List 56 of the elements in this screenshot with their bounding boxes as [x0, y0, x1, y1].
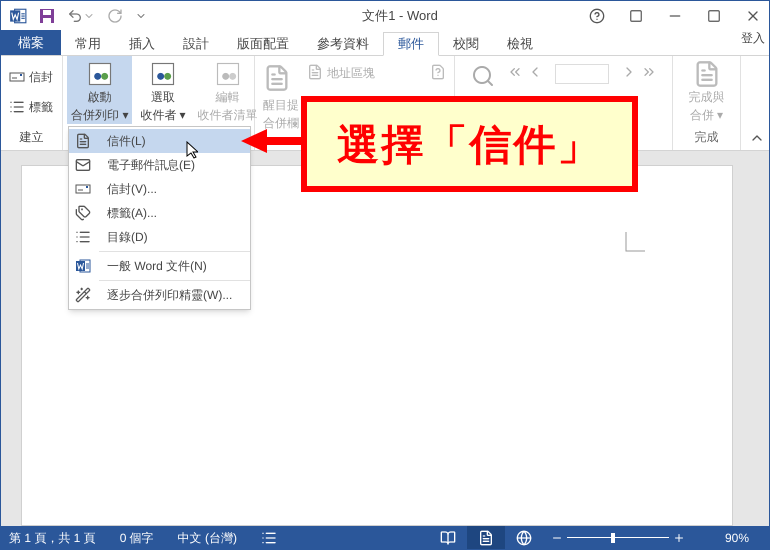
page-icon [75, 133, 91, 149]
maximize-icon[interactable] [707, 9, 721, 23]
sign-in-link[interactable]: 登入 [741, 29, 769, 47]
envelopes-button[interactable]: 信封 [9, 68, 62, 86]
ribbon-tab[interactable]: 設計 [169, 32, 223, 56]
word-icon [9, 7, 27, 25]
word-count[interactable]: 0 個字 [120, 528, 154, 546]
zoom-in-icon[interactable] [672, 532, 685, 544]
book-icon [440, 530, 456, 546]
zoom-thumb[interactable] [610, 532, 615, 542]
globe-icon [516, 530, 532, 546]
margin-corner-icon [625, 232, 645, 252]
language-indicator[interactable]: 中文 (台灣) [178, 528, 238, 546]
wand-icon [75, 287, 91, 303]
ribbon-tab[interactable]: 常用 [61, 32, 115, 56]
ribbon-button[interactable]: 選取 收件者 ▾ [136, 56, 190, 124]
rules-icon [430, 64, 446, 80]
menu-item[interactable]: 一般 Word 文件(N) [69, 254, 250, 278]
page-count[interactable]: 第 1 頁，共 1 頁 [9, 528, 96, 546]
merge-fields-label: 合併欄 [263, 115, 299, 132]
zoom-slider[interactable] [566, 532, 669, 542]
zoom-level[interactable]: 90% [708, 528, 769, 546]
save-icon[interactable] [39, 8, 55, 24]
ribbon-tab[interactable]: 郵件 [383, 32, 439, 56]
menu-item[interactable]: 電子郵件訊息(E) [69, 153, 250, 177]
print-view-button[interactable] [466, 526, 505, 549]
word-icon [75, 258, 91, 274]
ribbon-button[interactable]: 啟動 合併列印 ▾ [67, 56, 132, 124]
undo-icon[interactable] [67, 8, 83, 24]
callout-box: 選擇「信件」 [301, 96, 638, 192]
highlight-label: 醒目提 [263, 97, 299, 114]
ribbon-tab[interactable]: 版面配置 [223, 32, 303, 56]
page-icon [478, 530, 494, 546]
ribbon-tab[interactable]: 校閱 [439, 32, 493, 56]
window-title: 文件1 - Word [362, 7, 438, 26]
menu-item[interactable]: 信件(L) [69, 129, 250, 153]
menu-item[interactable]: 目錄(D) [69, 225, 250, 249]
ribbon-display-icon[interactable] [629, 9, 643, 23]
mail-icon [75, 157, 91, 173]
menu-item[interactable]: 逐步合併列印精靈(W)... [69, 283, 250, 307]
labels-button[interactable]: 標籤 [9, 98, 62, 116]
preview-icon [471, 64, 495, 88]
mouse-cursor-icon [186, 141, 198, 159]
menu-item[interactable]: 信封(V)... [69, 177, 250, 201]
group-label: 建立 [18, 129, 44, 146]
callout-arrow [241, 129, 303, 153]
list-icon [75, 229, 91, 245]
menu-item[interactable]: 標籤(A)... [69, 201, 250, 225]
ribbon-tab[interactable]: 參考資料 [303, 32, 383, 56]
file-tab[interactable]: 檔案 [1, 30, 61, 55]
ribbon-tab[interactable]: 插入 [115, 32, 169, 56]
record-field [555, 64, 609, 84]
group-label: 完成 [694, 129, 718, 146]
ribbon-tab[interactable]: 檢視 [493, 32, 547, 56]
document-icon [307, 64, 323, 80]
help-icon[interactable] [589, 8, 605, 24]
